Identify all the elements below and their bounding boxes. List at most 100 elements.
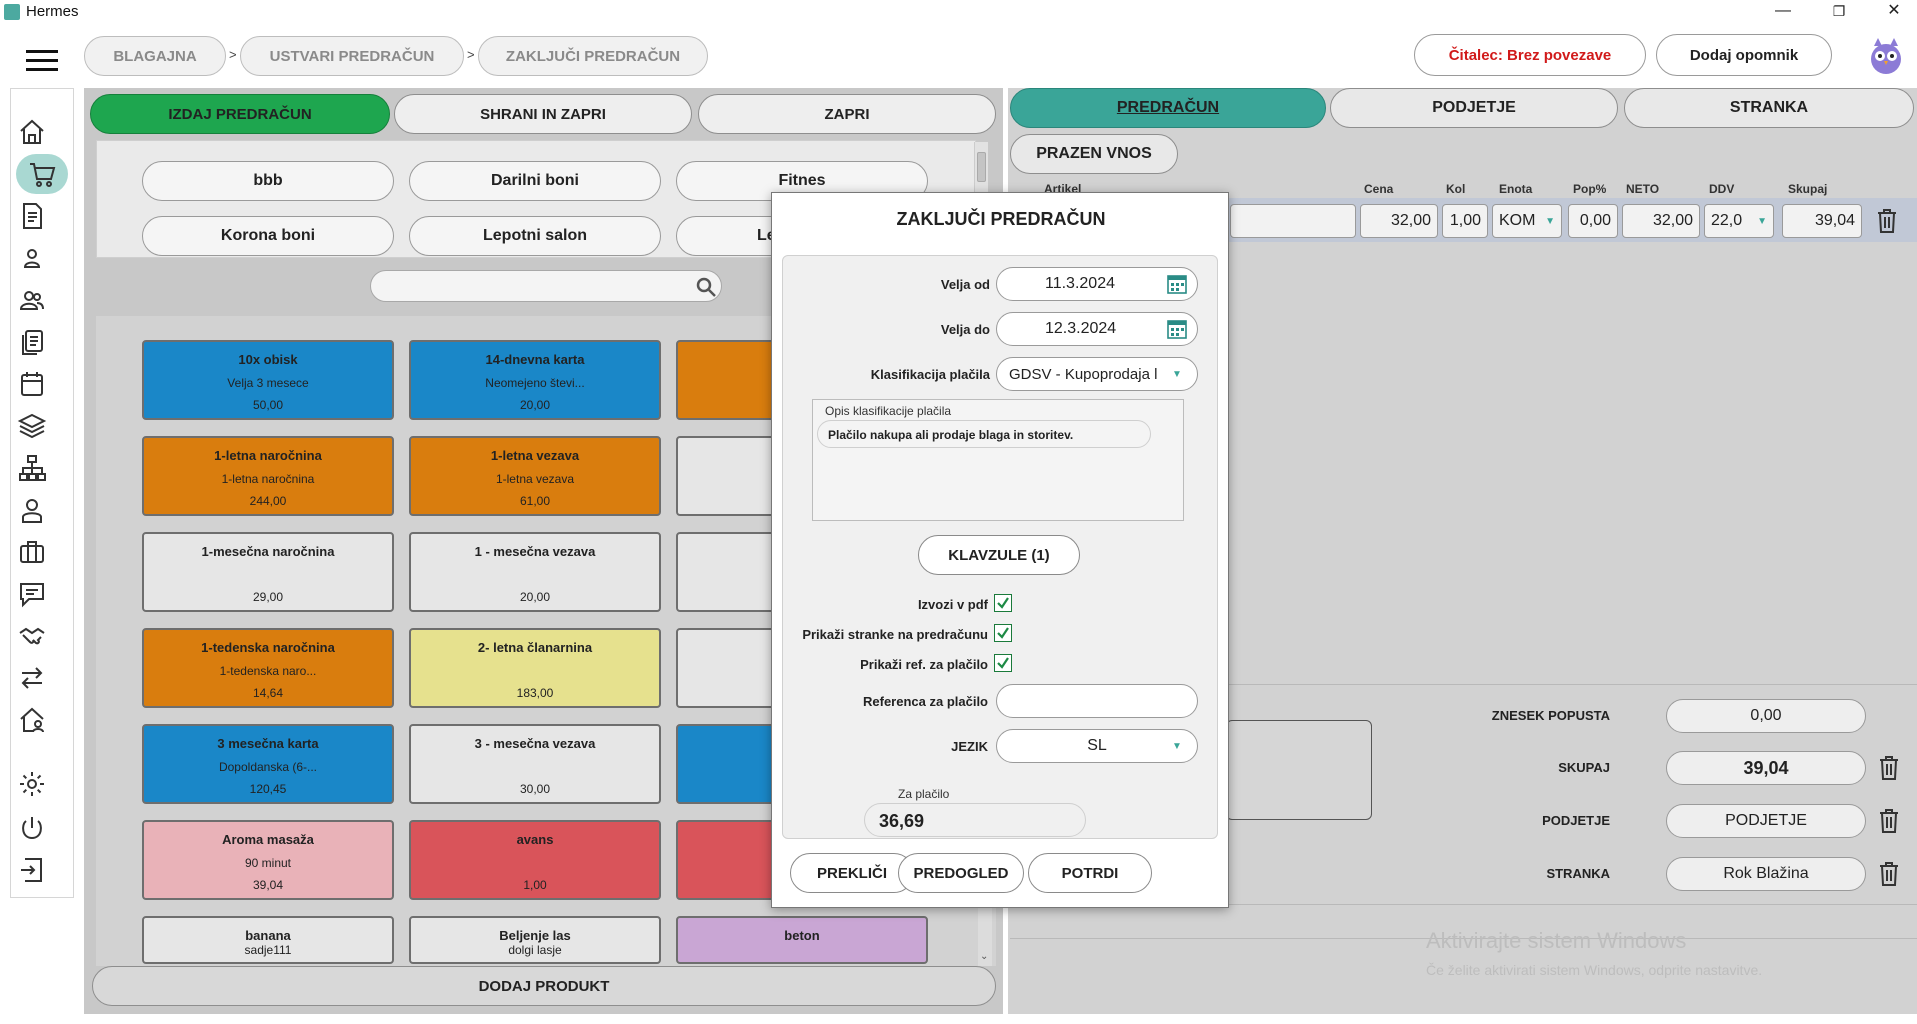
category-button[interactable]: Korona boni — [142, 216, 394, 256]
delete-company-icon[interactable] — [1878, 808, 1900, 834]
minimize-button[interactable]: — — [1760, 0, 1806, 24]
product-price: 50,00 — [252, 398, 284, 412]
tab-stranka[interactable]: STRANKA — [1624, 88, 1914, 128]
product-tile[interactable]: beton — [676, 916, 928, 964]
user-icon[interactable] — [14, 240, 50, 276]
documents-icon[interactable] — [14, 324, 50, 360]
column-pop: Pop% — [1573, 182, 1607, 196]
company-field[interactable]: PODJETJE — [1666, 804, 1866, 838]
breadcrumb-blagajna[interactable]: BLAGAJNA — [84, 36, 226, 76]
product-name: 10x obisk — [238, 352, 298, 367]
category-button[interactable]: bbb — [142, 161, 394, 201]
employee-icon[interactable] — [14, 492, 50, 528]
unit-select[interactable]: KOM ▼ — [1492, 204, 1562, 238]
calendar-icon[interactable] — [1166, 273, 1188, 295]
export-pdf-checkbox[interactable] — [994, 594, 1012, 612]
settings-gear-icon[interactable] — [14, 766, 50, 802]
calendar-icon[interactable] — [1166, 318, 1188, 340]
owl-mascot-icon[interactable] — [1866, 34, 1906, 76]
delete-client-icon[interactable] — [1878, 861, 1900, 887]
breadcrumb-zakljuci-predracun[interactable]: ZAKLJUČI PREDRAČUN — [478, 36, 708, 76]
hierarchy-icon[interactable] — [14, 450, 50, 486]
product-tile[interactable]: Aroma masaža 90 minut 39,04 — [142, 820, 394, 900]
delete-total-icon[interactable] — [1878, 755, 1900, 781]
classification-select[interactable]: GDSV - Kupoprodaja l — [996, 357, 1198, 391]
close-panel-button[interactable]: ZAPRI — [698, 94, 996, 134]
product-tile[interactable]: 14-dnevna karta Neomejeno števi... 20,00 — [409, 340, 661, 420]
calendar-icon[interactable] — [14, 366, 50, 402]
product-tile[interactable]: 1-tedenska naročnina 1-tedenska naro... 14… — [142, 628, 394, 708]
classification-description-label: Opis klasifikacije plačila — [825, 404, 952, 418]
discount-field[interactable]: 0,00 — [1568, 204, 1618, 238]
chat-icon[interactable] — [14, 576, 50, 612]
reader-status-button[interactable]: Čitalec: Brez povezave — [1414, 34, 1646, 76]
home-icon[interactable] — [14, 114, 50, 150]
article-field[interactable] — [1230, 204, 1356, 238]
vat-select[interactable]: 22,0 ▼ — [1704, 204, 1774, 238]
product-tile[interactable]: 3 - mesečna vezava 30,00 — [409, 724, 661, 804]
transfer-icon[interactable] — [14, 660, 50, 696]
tab-podjetje[interactable]: PODJETJE — [1330, 88, 1618, 128]
preview-button[interactable]: PREDOGLED — [898, 853, 1024, 893]
restore-button[interactable]: ❐ — [1816, 0, 1862, 24]
product-search-input[interactable] — [370, 270, 722, 302]
cart-icon[interactable] — [24, 156, 60, 192]
product-name: 1-letna naročnina — [214, 448, 322, 463]
issue-invoice-button[interactable]: IZDAJ PREDRAČUN — [90, 94, 390, 134]
search-icon[interactable] — [695, 276, 717, 298]
product-tile[interactable]: 1-mesečna naročnina 29,00 — [142, 532, 394, 612]
chevron-down-icon: ▼ — [1172, 369, 1182, 380]
company-label: PODJETJE — [1542, 813, 1610, 828]
quantity-field[interactable]: 1,00 — [1442, 204, 1488, 238]
product-description: 90 minut — [244, 855, 292, 870]
total-field[interactable]: 39,04 — [1782, 204, 1862, 238]
product-price: 14,64 — [252, 686, 284, 700]
category-button[interactable]: Lepotni salon — [409, 216, 661, 256]
breadcrumb-ustvari-predracun[interactable]: USTVARI PREDRAČUN — [240, 36, 464, 76]
reference-label: Referenca za plačilo — [863, 694, 988, 709]
delete-row-icon[interactable] — [1876, 208, 1898, 234]
product-tile[interactable]: 10x obisk Velja 3 mesece 50,00 — [142, 340, 394, 420]
price-field[interactable]: 32,00 — [1360, 204, 1438, 238]
empty-entry-button[interactable]: PRAZEN VNOS — [1010, 134, 1178, 174]
logout-icon[interactable] — [14, 852, 50, 888]
notes-box[interactable] — [1226, 720, 1372, 820]
power-icon[interactable] — [14, 810, 50, 846]
cancel-button[interactable]: PREKLIČI — [790, 853, 914, 893]
clauses-button[interactable]: KLAVZULE (1) — [918, 535, 1080, 575]
discount-total-field[interactable]: 0,00 — [1666, 699, 1866, 733]
document-icon[interactable] — [14, 198, 50, 234]
product-tile[interactable]: 1-letna vezava 1-letna vezava 61,00 — [409, 436, 661, 516]
client-field[interactable]: Rok Blažina — [1666, 857, 1866, 891]
product-tile[interactable]: 2- letna članarnina 183,00 — [409, 628, 661, 708]
net-field[interactable]: 32,00 — [1622, 204, 1700, 238]
valid-to-label: Velja do — [940, 322, 990, 337]
briefcase-icon[interactable] — [14, 534, 50, 570]
add-product-button[interactable]: DODAJ PRODUKT — [92, 966, 996, 1006]
product-tile[interactable]: avans 1,00 — [409, 820, 661, 900]
users-icon[interactable] — [14, 282, 50, 318]
hamburger-menu-icon[interactable] — [26, 50, 58, 72]
language-label: JEZIK — [951, 739, 988, 754]
product-tile[interactable]: banana sadje111 — [142, 916, 394, 964]
confirm-button[interactable]: POTRDI — [1028, 853, 1152, 893]
add-reminder-button[interactable]: Dodaj opomnik — [1656, 34, 1832, 76]
category-button[interactable]: Darilni boni — [409, 161, 661, 201]
show-client-checkbox[interactable] — [994, 624, 1012, 642]
reference-input[interactable] — [996, 684, 1198, 718]
product-tile[interactable]: 3 mesečna karta Dopoldanska (6-... 120,45 — [142, 724, 394, 804]
client-label: STRANKA — [1546, 866, 1610, 881]
discount-total-label: ZNESEK POPUSTA — [1491, 708, 1610, 723]
house-user-icon[interactable] — [14, 702, 50, 738]
save-and-close-button[interactable]: SHRANI IN ZAPRI — [394, 94, 692, 134]
handshake-icon[interactable] — [14, 618, 50, 654]
close-button[interactable]: ✕ — [1871, 0, 1917, 24]
product-tile[interactable]: Beljenje las dolgi lasje — [409, 916, 661, 964]
layers-icon[interactable] — [14, 408, 50, 444]
tab-predracun[interactable]: PREDRAČUN — [1010, 88, 1326, 128]
language-select[interactable]: SL — [996, 729, 1198, 763]
product-tile[interactable]: 1-letna naročnina 1-letna naročnina 244,00 — [142, 436, 394, 516]
show-reference-checkbox[interactable] — [994, 654, 1012, 672]
product-tile[interactable]: 1 - mesečna vezava 20,00 — [409, 532, 661, 612]
product-description: 1-letna vezava — [495, 471, 575, 486]
